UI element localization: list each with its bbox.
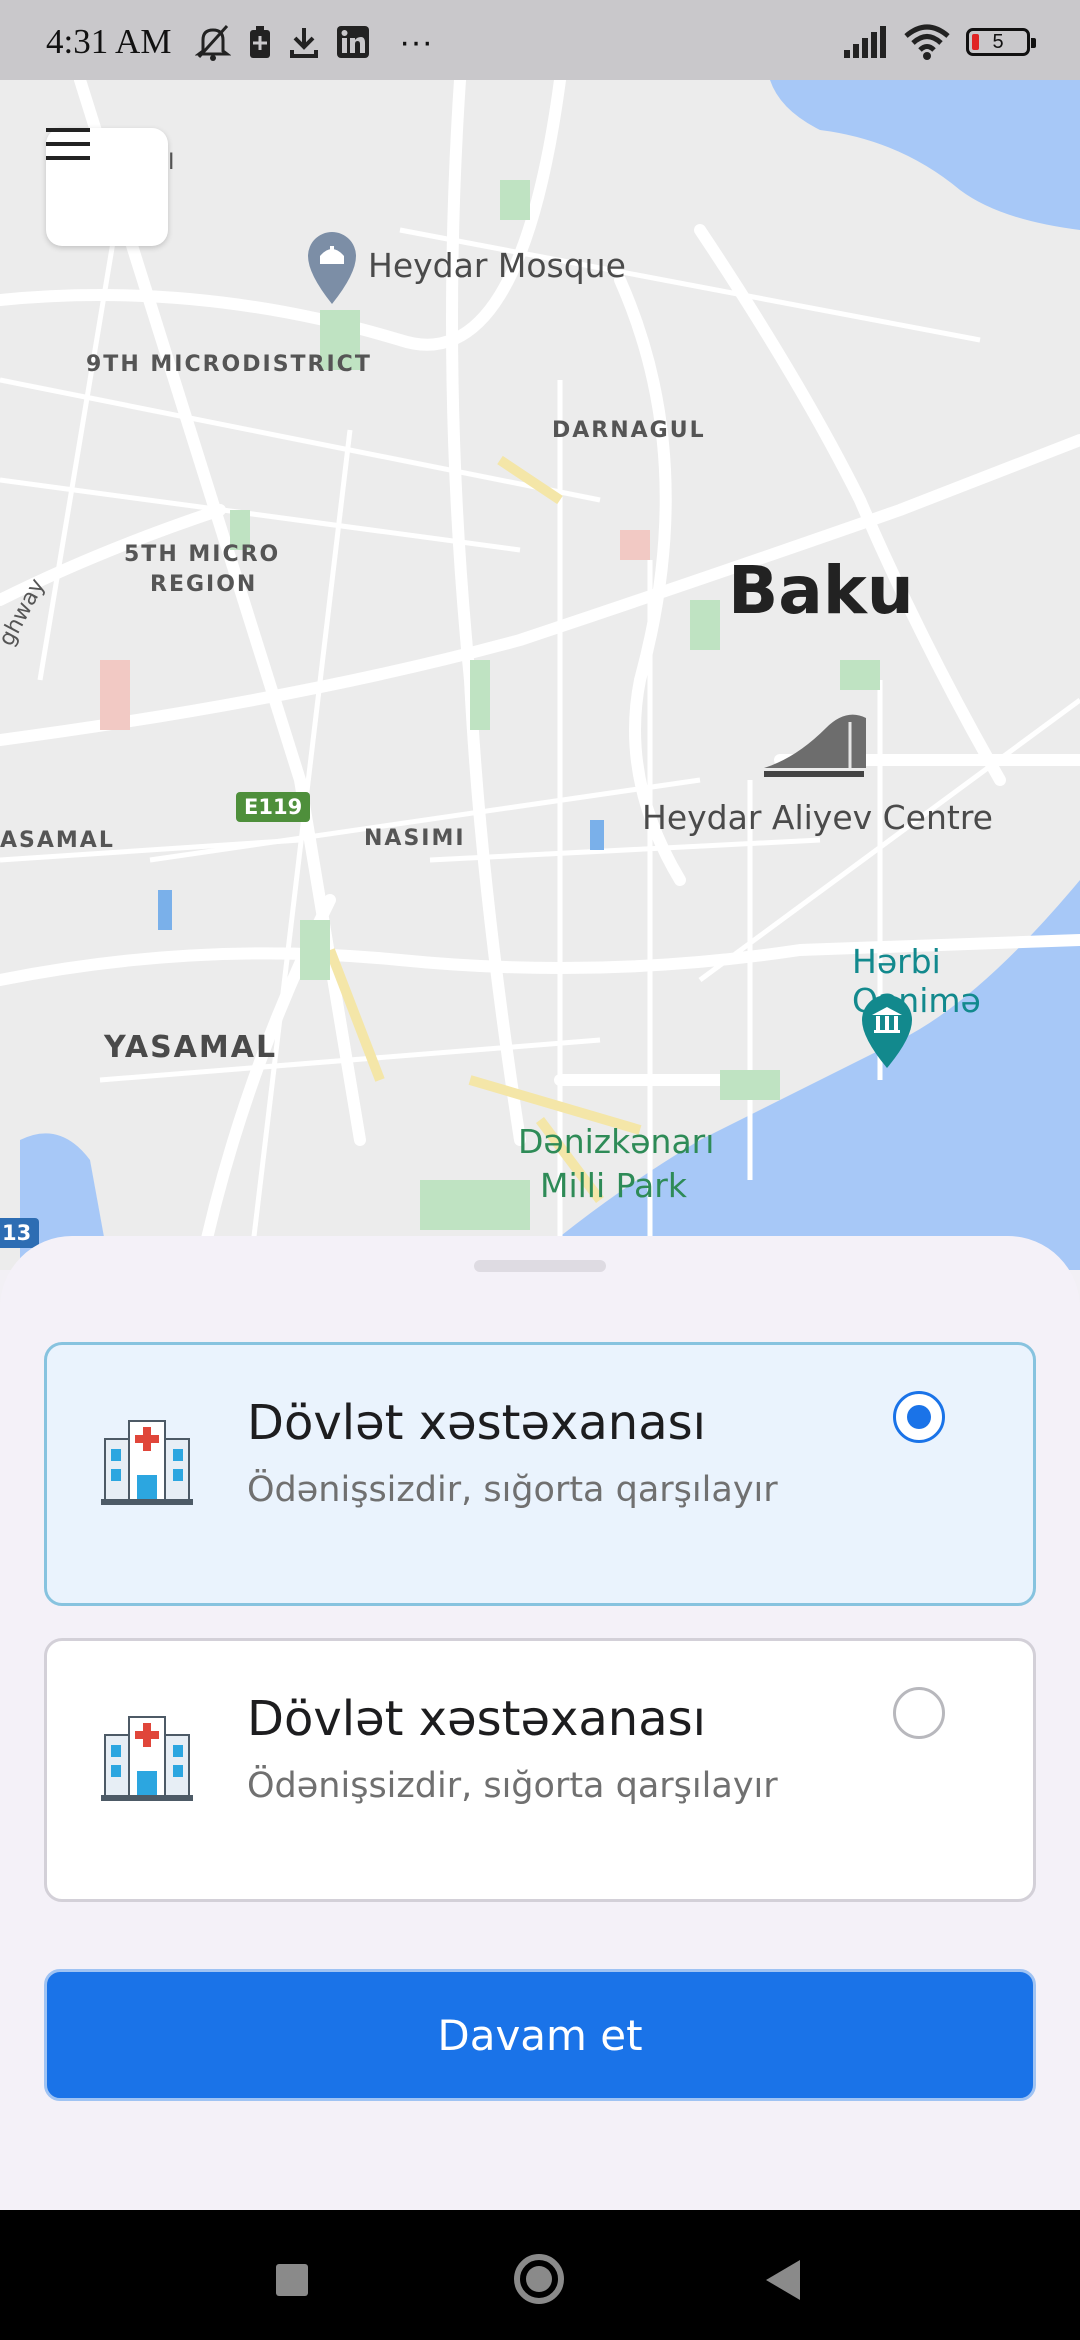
recents-icon[interactable]: [276, 2264, 308, 2296]
road-badge-13: 13: [0, 1218, 40, 1248]
battery-icon: 5: [966, 28, 1036, 56]
system-nav-bar: [0, 2210, 1080, 2340]
menu-button[interactable]: [46, 128, 168, 246]
district-yasamal-edge: ASAMAL: [0, 828, 115, 853]
system-icons: 5: [842, 22, 1036, 62]
more-notifications: ···: [399, 22, 433, 61]
notification-icons: ···: [195, 22, 433, 62]
park-label-line2[interactable]: Milli Park: [540, 1164, 687, 1208]
battery-level: 5: [992, 30, 1004, 53]
option-radio-unselected[interactable]: [893, 1687, 945, 1739]
status-bar: 4:31 AM ··· 5: [0, 0, 1080, 80]
home-icon[interactable]: [514, 2254, 564, 2304]
district-5th-micro: 5TH MICRO: [124, 542, 281, 567]
museum-pin-icon[interactable]: [856, 990, 918, 1070]
hamburger-menu-icon: [46, 128, 90, 160]
road-badge-e119: E119: [236, 792, 311, 822]
mosque-pin-icon[interactable]: [300, 224, 364, 306]
map-view[interactable]: Heydar Mosque 9TH MICRODISTRICT DARNAGUL…: [0, 80, 1080, 1270]
option-title: Dövlət xəstəxanası: [247, 1395, 706, 1451]
district-9th-microdistrict: 9TH MICRODISTRICT: [86, 352, 372, 377]
back-icon[interactable]: [766, 2260, 800, 2300]
continue-button[interactable]: Davam et: [44, 1969, 1036, 2101]
sheet-drag-handle[interactable]: [474, 1260, 606, 1272]
park-label-line1[interactable]: Dənizkənarı: [518, 1120, 714, 1164]
option-subtitle: Ödənişsizdir, sığorta qarşılayır: [247, 1470, 778, 1510]
hospital-icon: [101, 1716, 193, 1801]
signal-icon: [844, 26, 886, 58]
status-time: 4:31 AM: [46, 22, 172, 61]
option-subtitle: Ödənişsizdir, sığorta qarşılayır: [247, 1766, 778, 1806]
mute-bell-icon: [195, 24, 231, 61]
option-title: Dövlət xəstəxanası: [247, 1691, 706, 1747]
download-icon: [290, 28, 318, 58]
map-edge-label: I: [168, 150, 177, 175]
hospital-option-1[interactable]: Dövlət xəstəxanası Ödənişsizdir, sığorta…: [44, 1342, 1036, 1606]
wifi-icon: [904, 24, 950, 60]
poi-heydar-mosque[interactable]: Heydar Mosque: [368, 246, 626, 285]
hospital-icon: [101, 1420, 193, 1505]
poi-heydar-aliyev-centre[interactable]: Heydar Aliyev Centre: [642, 798, 993, 837]
district-darnagul: DARNAGUL: [552, 418, 706, 443]
city-label-baku: Baku: [728, 552, 914, 629]
hospital-option-2[interactable]: Dövlət xəstəxanası Ödənişsizdir, sığorta…: [44, 1638, 1036, 1902]
district-nasimi: NASIMI: [364, 826, 466, 851]
district-region: REGION: [150, 572, 258, 597]
option-radio-selected[interactable]: [893, 1391, 945, 1443]
battery-saver-icon: [250, 26, 270, 58]
linkedin-icon: [337, 26, 369, 58]
district-yasamal: YASAMAL: [104, 1030, 278, 1065]
bottom-sheet: Dövlət xəstəxanası Ödənişsizdir, sığorta…: [0, 1236, 1080, 2210]
heydar-aliyev-centre-icon[interactable]: [756, 708, 876, 784]
